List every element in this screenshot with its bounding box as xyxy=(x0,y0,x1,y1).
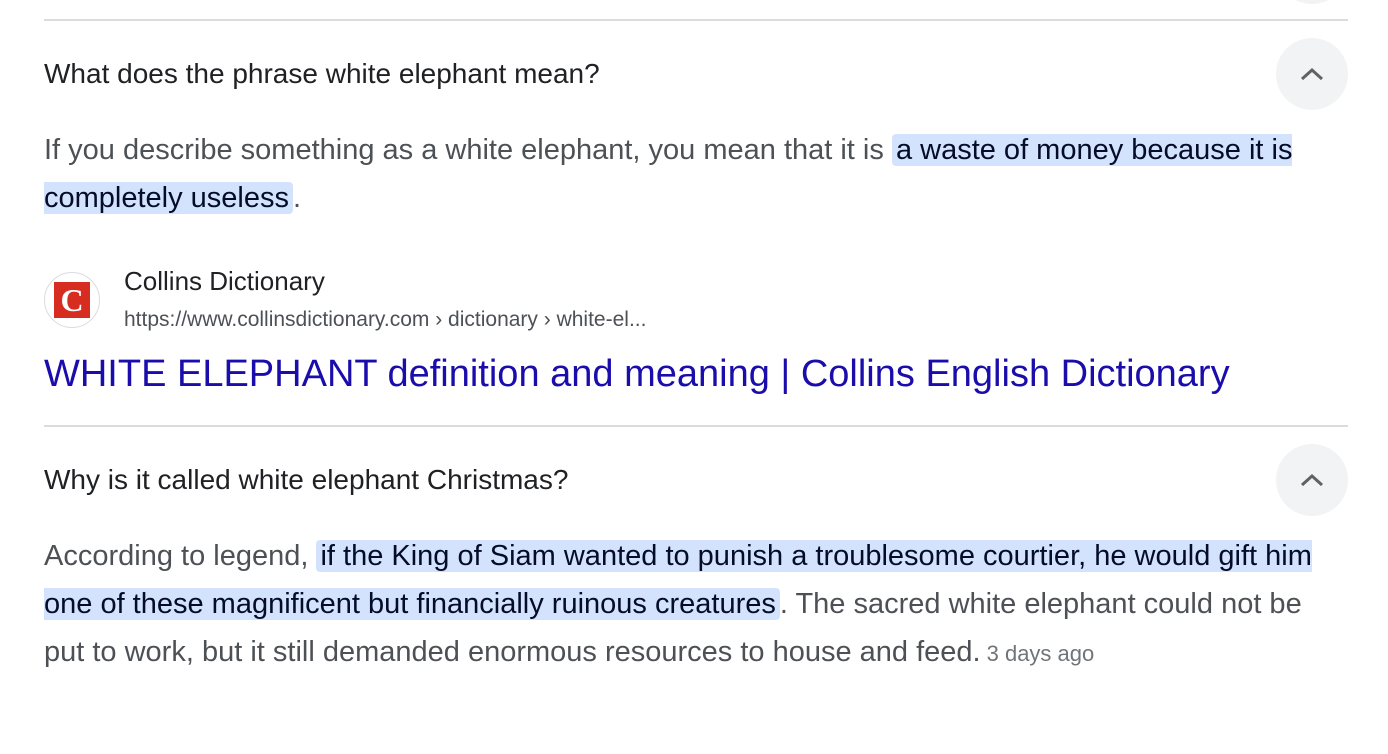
faq-answer: According to legend, if the King of Siam… xyxy=(44,532,1344,678)
source-name[interactable]: Collins Dictionary xyxy=(124,264,325,298)
source-url[interactable]: https://www.collinsdictionary.com › dict… xyxy=(124,306,646,334)
collapse-button[interactable] xyxy=(1276,38,1348,110)
chevron-up-icon xyxy=(1300,473,1324,487)
collapse-button-previous[interactable] xyxy=(1276,0,1348,4)
faq-question[interactable]: Why is it called white elephant Christma… xyxy=(44,462,568,498)
divider xyxy=(44,19,1348,21)
answer-text: If you describe something as a white ele… xyxy=(44,134,892,166)
collapse-button[interactable] xyxy=(1276,444,1348,516)
chevron-up-icon xyxy=(1300,67,1324,81)
collins-favicon[interactable]: C xyxy=(44,272,100,328)
answer-date: 3 days ago xyxy=(986,641,1095,666)
faq-question[interactable]: What does the phrase white elephant mean… xyxy=(44,56,600,92)
answer-text-end: . xyxy=(293,182,302,214)
collins-logo-icon: C xyxy=(54,282,90,318)
result-title-link[interactable]: WHITE ELEPHANT definition and meaning | … xyxy=(44,350,1230,398)
faq-answer: If you describe something as a white ele… xyxy=(44,126,1344,222)
answer-text: According to legend, xyxy=(44,540,317,572)
divider xyxy=(44,425,1348,427)
